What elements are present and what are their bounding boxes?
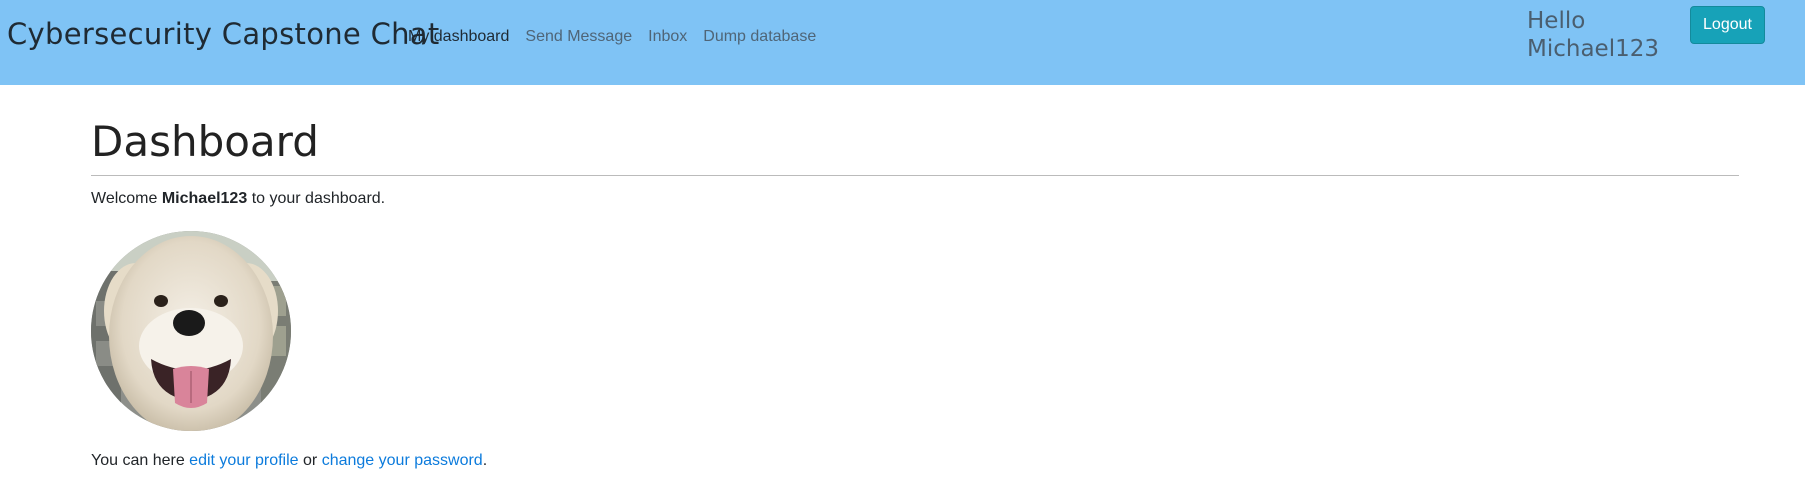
nav-link-send-message[interactable]: Send Message [525,28,632,46]
greeting-hello: Hello [1527,8,1586,34]
links-suffix: . [482,452,488,469]
edit-profile-link[interactable]: edit your profile [189,452,298,469]
nav-link-inbox[interactable]: Inbox [648,28,687,46]
nav-links: My dashboard Send Message Inbox Dump dat… [408,28,816,46]
change-password-link[interactable]: change your password [322,452,483,469]
welcome-prefix: Welcome [91,190,158,207]
page-title: Dashboard [91,117,319,166]
profile-photo-dog-icon [91,231,291,431]
logout-button[interactable]: Logout [1690,6,1765,44]
links-middle: or [303,452,318,469]
welcome-message: Welcome Michael123 to your dashboard. [91,189,1739,209]
links-prefix: You can here [91,452,185,469]
greeting-username: Michael123 [1527,36,1659,62]
brand-title[interactable]: Cybersecurity Capstone Chat [7,17,440,51]
title-divider [91,175,1739,176]
avatar [91,231,291,431]
welcome-suffix: to your dashboard. [251,190,386,207]
welcome-username: Michael123 [161,190,248,207]
user-greeting: Hello Michael123 [1527,7,1667,63]
navbar: Cybersecurity Capstone Chat My dashboard… [0,0,1805,85]
profile-links-line: You can here edit your profile or change… [91,451,1739,471]
nav-link-my-dashboard[interactable]: My dashboard [408,28,509,46]
main-content: Dashboard Welcome Michael123 to your das… [91,85,1739,471]
nav-link-dump-database[interactable]: Dump database [703,28,816,46]
